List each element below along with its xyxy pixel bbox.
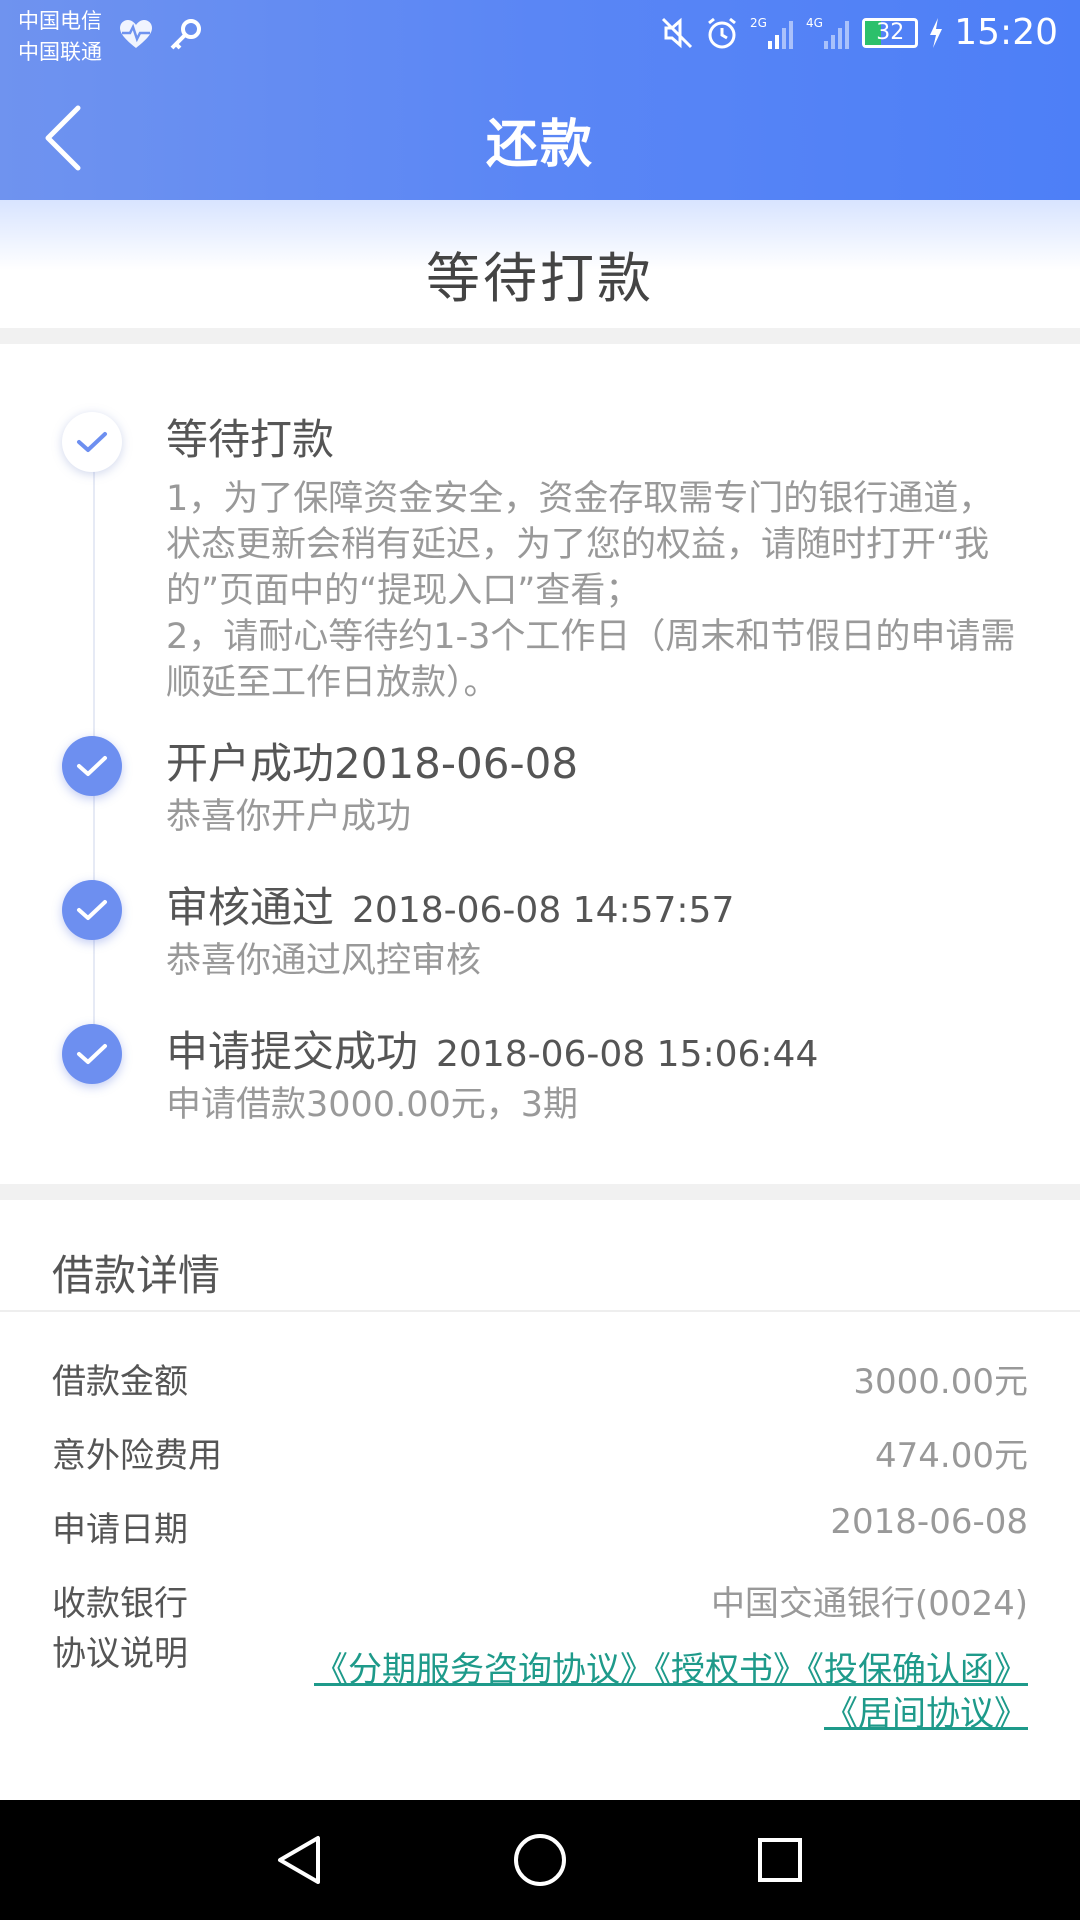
detail-label: 收款银行	[52, 1584, 188, 1624]
signal-2g-icon: 2G	[750, 16, 794, 49]
section-divider	[0, 328, 1080, 344]
back-triangle-icon[interactable]	[270, 1830, 330, 1890]
section-divider	[0, 1184, 1080, 1200]
step-description: 恭喜你通过风控审核	[166, 941, 482, 981]
loan-details: 借款详情 借款金额 3000.00元 意外险费用 474.00元 申请日期 20…	[0, 1200, 1080, 1800]
agreement-link-broker[interactable]: 《居间协议》	[824, 1694, 1028, 1734]
recents-square-icon[interactable]	[750, 1830, 810, 1890]
signal-4g-icon: 4G	[806, 16, 850, 49]
carrier-1: 中国电信	[18, 9, 102, 33]
step-time: 2018-06-08 15:06:44	[436, 1034, 819, 1075]
agreement-link-insurance[interactable]: 《投保确认函》	[807, 1650, 1028, 1690]
clock: 15:20	[954, 12, 1058, 53]
key-icon	[170, 19, 201, 50]
step-time: 2018-06-08 14:57:57	[352, 890, 735, 931]
progress-timeline: 等待打款 1，为了保障资金安全，资金存取需专门的银行通道，状态更新会稍有延迟，为…	[0, 344, 1080, 1184]
status-banner: 等待打款	[0, 200, 1080, 328]
battery-icon: 32	[862, 17, 919, 48]
agreement-link-service[interactable]: 《分期服务咨询协议》	[314, 1650, 654, 1690]
charging-icon	[930, 17, 943, 48]
step-description: 恭喜你开户成功	[166, 797, 412, 837]
svg-text:2G: 2G	[750, 16, 767, 30]
carrier-2: 中国联通	[18, 40, 102, 64]
detail-label: 协议说明	[52, 1634, 188, 1674]
detail-row-amount: 借款金额 3000.00元	[52, 1354, 1028, 1414]
agreement-link-authorization[interactable]: 《授权书》	[654, 1650, 807, 1690]
check-icon	[62, 880, 122, 940]
step-title-text: 申请提交成功	[166, 1027, 419, 1076]
detail-row-insurance: 意外险费用 474.00元	[52, 1428, 1028, 1488]
detail-value: 3000.00元	[853, 1362, 1028, 1402]
check-icon	[62, 412, 122, 472]
check-icon	[62, 1024, 122, 1084]
alarm-icon	[708, 17, 737, 48]
detail-label: 申请日期	[52, 1510, 188, 1550]
detail-label: 借款金额	[52, 1362, 188, 1402]
nav-bar: 还款	[0, 80, 1080, 200]
app-header: 中国电信 中国联通 2G 4G 32 15:20 还款	[0, 0, 1080, 200]
step-title: 开户成功2018-06-08	[166, 739, 579, 788]
detail-value: 中国交通银行(0024)	[710, 1584, 1028, 1624]
status-bar: 中国电信 中国联通 2G 4G 32 15:20	[0, 0, 1080, 74]
page-title: 还款	[485, 115, 594, 175]
step-description: 1，为了保障资金安全，资金存取需专门的银行通道，状态更新会稍有延迟，为了您的权益…	[166, 476, 1026, 706]
step-description-2: 2，请耐心等待约1-3个工作日（周末和节假日的申请需顺延至工作日放款）。	[166, 617, 1016, 703]
battery-level: 32	[876, 19, 905, 45]
details-title: 借款详情	[52, 1251, 221, 1300]
carrier-info: 中国电信 中国联通	[18, 6, 102, 68]
step-description-1: 1，为了保障资金安全，资金存取需专门的银行通道，状态更新会稍有延迟，为了您的权益…	[166, 479, 994, 611]
details-divider	[0, 1310, 1080, 1312]
heart-pulse-icon	[120, 20, 152, 48]
detail-row-date: 申请日期 2018-06-08	[52, 1502, 1028, 1562]
detail-value: 474.00元	[875, 1436, 1028, 1476]
step-title-text: 审核通过	[166, 883, 335, 932]
status-text: 等待打款	[426, 247, 654, 310]
step-title: 申请提交成功 2018-06-08 15:06:44	[166, 1018, 818, 1079]
home-circle-icon[interactable]	[510, 1830, 570, 1890]
check-icon	[62, 736, 122, 796]
step-title: 审核通过 2018-06-08 14:57:57	[166, 874, 734, 935]
mute-icon	[662, 17, 693, 48]
step-description: 申请借款3000.00元，3期	[166, 1085, 579, 1125]
detail-value: 2018-06-08	[830, 1502, 1028, 1542]
svg-text:4G: 4G	[806, 16, 823, 30]
step-title: 等待打款	[166, 415, 335, 464]
agreement-links: 《分期服务咨询协议》《授权书》《投保确认函》《居间协议》	[308, 1648, 1028, 1736]
system-nav-bar	[0, 1800, 1080, 1920]
detail-label: 意外险费用	[52, 1436, 222, 1476]
